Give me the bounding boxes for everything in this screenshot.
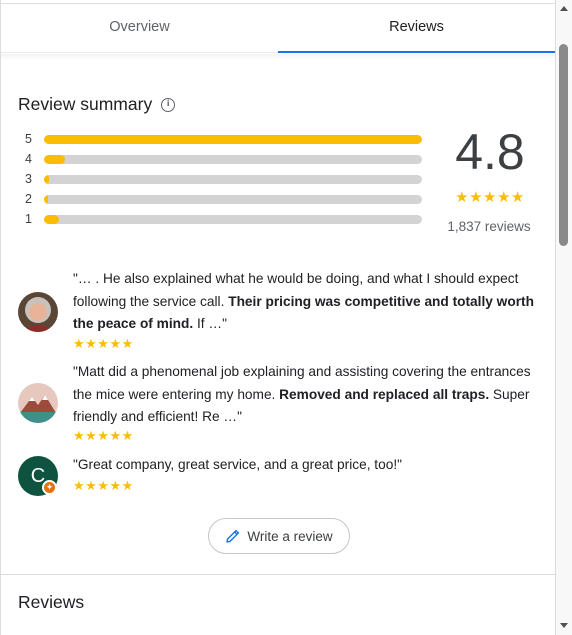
tab-shadow	[1, 54, 555, 60]
snippet-text-highlight: Removed and replaced all traps.	[279, 386, 490, 402]
rating-bar-fill	[44, 215, 60, 224]
rating-bar-label: 5	[25, 132, 32, 146]
rating-bar-track	[44, 135, 422, 144]
rating-bar-fill	[44, 175, 49, 184]
review-summary-label: Review summary	[18, 94, 153, 114]
rating-bar-row: 2	[25, 190, 425, 210]
review-snippet[interactable]: C ✦ "Great company, great service, and a…	[18, 454, 538, 498]
rating-bar-row: 4	[25, 150, 425, 170]
review-snippet[interactable]: "… . He also explained what he would be …	[18, 268, 538, 354]
average-rating-stars: ★★★★★	[455, 189, 525, 206]
rating-bar-label: 1	[25, 212, 32, 226]
rating-bar-label: 3	[25, 172, 32, 186]
snippet-text-after: If …"	[193, 316, 227, 331]
snippet-stars: ★★★★★	[73, 428, 134, 443]
local-guide-badge-icon: ✦	[42, 480, 57, 495]
rating-bar-track	[44, 195, 422, 204]
snippet-stars: ★★★★★	[73, 478, 134, 493]
rating-bar-fill	[44, 155, 65, 164]
tab-reviews[interactable]: Reviews	[278, 4, 555, 53]
scrollbar[interactable]	[556, 0, 572, 635]
average-rating: 4.8	[455, 124, 525, 180]
scroll-up-arrow-icon[interactable]	[560, 6, 568, 11]
snippet-text-before: "Great company, great service, and a gre…	[73, 457, 403, 472]
reviews-heading: Reviews	[18, 592, 85, 612]
review-snippet-text: "Great company, great service, and a gre…	[73, 454, 538, 477]
rating-bar-label: 4	[25, 152, 32, 166]
review-snippet[interactable]: "Matt did a phenomenal job explaining an…	[18, 361, 538, 445]
tab-overview[interactable]: Overview	[1, 4, 278, 52]
write-review-button[interactable]: Write a review	[208, 518, 350, 554]
letter-avatar[interactable]: C ✦	[18, 456, 58, 496]
rating-bar-row: 5	[25, 130, 425, 150]
info-icon[interactable]: i	[161, 97, 176, 112]
write-review-label: Write a review	[247, 528, 333, 544]
rating-distribution: 5 4 3 2 1	[25, 130, 425, 230]
reviews-panel: Overview Reviews Review summary i 5 4 3 …	[0, 0, 556, 635]
rating-bar-track	[44, 155, 422, 164]
rating-bar-fill	[44, 135, 422, 144]
rating-bar-row: 3	[25, 170, 425, 190]
review-summary-title: Review summary i	[18, 94, 176, 115]
pencil-icon	[226, 529, 240, 543]
rating-bar-row: 1	[25, 210, 425, 230]
rating-bar-fill	[44, 195, 48, 204]
rating-bar-label: 2	[25, 192, 32, 206]
scrollbar-thumb[interactable]	[559, 44, 568, 246]
user-photo-avatar[interactable]	[18, 292, 58, 332]
rating-bar-track	[44, 215, 422, 224]
mountain-avatar[interactable]	[18, 383, 58, 423]
snippet-stars: ★★★★★	[73, 336, 134, 351]
scroll-down-arrow-icon[interactable]	[560, 623, 568, 628]
tab-bar: Overview Reviews	[1, 3, 555, 53]
review-count-link[interactable]: 1,837 reviews	[437, 219, 541, 234]
review-snippet-text: "… . He also explained what he would be …	[73, 268, 538, 336]
review-snippet-text: "Matt did a phenomenal job explaining an…	[73, 361, 538, 429]
section-divider	[1, 574, 555, 575]
rating-bar-track	[44, 175, 422, 184]
